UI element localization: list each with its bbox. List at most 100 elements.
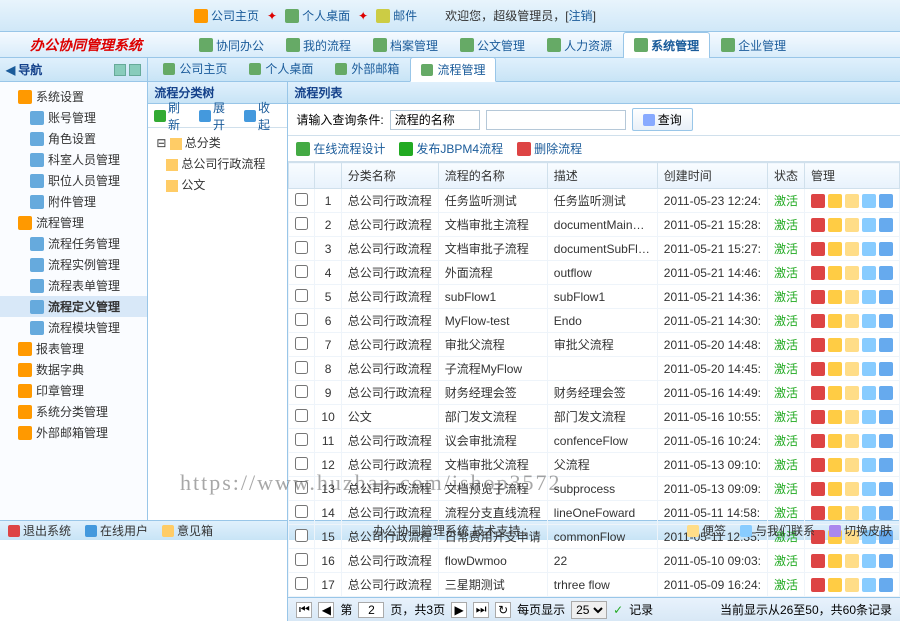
row-cfg[interactable] bbox=[879, 554, 893, 568]
row-edit[interactable] bbox=[828, 338, 842, 352]
row-check[interactable] bbox=[295, 481, 308, 494]
row-view[interactable] bbox=[862, 434, 876, 448]
per-page-select[interactable]: 25 bbox=[571, 601, 607, 619]
table-row[interactable]: 13总公司行政流程文档预览子流程subprocess2011-05-13 09:… bbox=[289, 477, 900, 501]
row-copy[interactable] bbox=[845, 218, 859, 232]
row-edit[interactable] bbox=[828, 314, 842, 328]
row-copy[interactable] bbox=[845, 266, 859, 280]
row-edit[interactable] bbox=[828, 410, 842, 424]
row-view[interactable] bbox=[862, 386, 876, 400]
row-check[interactable] bbox=[295, 505, 308, 518]
col-header[interactable] bbox=[289, 163, 315, 189]
row-del[interactable] bbox=[811, 266, 825, 280]
table-row[interactable]: 14总公司行政流程流程分支直线流程lineOneFoward2011-05-11… bbox=[289, 501, 900, 525]
table-row[interactable]: 4总公司行政流程外面流程outflow2011-05-21 14:46:激活 bbox=[289, 261, 900, 285]
row-copy[interactable] bbox=[845, 410, 859, 424]
row-view[interactable] bbox=[862, 266, 876, 280]
menu-tab[interactable]: 公文管理 bbox=[449, 32, 536, 58]
row-copy[interactable] bbox=[845, 578, 859, 592]
first-page[interactable]: ⏮ bbox=[296, 602, 312, 618]
link-mail[interactable]: 邮件 bbox=[370, 5, 423, 26]
col-header[interactable]: 描述 bbox=[547, 163, 657, 189]
row-copy[interactable] bbox=[845, 194, 859, 208]
row-check[interactable] bbox=[295, 193, 308, 206]
row-view[interactable] bbox=[862, 458, 876, 472]
row-edit[interactable] bbox=[828, 506, 842, 520]
table-row[interactable]: 17总公司行政流程三星期测试trhree flow2011-05-09 16:2… bbox=[289, 573, 900, 597]
search-field-name[interactable] bbox=[390, 110, 480, 130]
link-home[interactable]: 公司主页 bbox=[188, 5, 265, 26]
exit-btn[interactable]: 退出系统 bbox=[8, 522, 71, 539]
row-del[interactable] bbox=[811, 242, 825, 256]
row-view[interactable] bbox=[862, 338, 876, 352]
table-row[interactable]: 10公文部门发文流程部门发文流程2011-05-16 10:55:激活 bbox=[289, 405, 900, 429]
menu-tab[interactable]: 系统管理 bbox=[623, 32, 710, 58]
row-edit[interactable] bbox=[828, 482, 842, 496]
row-del[interactable] bbox=[811, 458, 825, 472]
table-row[interactable]: 9总公司行政流程财务经理会签财务经理会签2011-05-16 14:49:激活 bbox=[289, 381, 900, 405]
nav-item[interactable]: 流程模块管理 bbox=[0, 317, 147, 338]
row-del[interactable] bbox=[811, 218, 825, 232]
design-btn[interactable]: 在线流程设计 bbox=[296, 140, 385, 157]
link-desktop[interactable]: 个人桌面 bbox=[279, 5, 356, 26]
table-row[interactable]: 1总公司行政流程任务监听测试任务监听测试2011-05-23 12:24:激活 bbox=[289, 189, 900, 213]
row-check[interactable] bbox=[295, 433, 308, 446]
row-view[interactable] bbox=[862, 242, 876, 256]
row-copy[interactable] bbox=[845, 314, 859, 328]
prev-page[interactable]: ◀ bbox=[318, 602, 334, 618]
row-del[interactable] bbox=[811, 290, 825, 304]
row-view[interactable] bbox=[862, 290, 876, 304]
nav-item[interactable]: 印章管理 bbox=[0, 380, 147, 401]
nav-item[interactable]: 附件管理 bbox=[0, 191, 147, 212]
skin-btn[interactable]: 切换皮肤 bbox=[829, 522, 892, 539]
nav-item[interactable]: 流程任务管理 bbox=[0, 233, 147, 254]
row-del[interactable] bbox=[811, 314, 825, 328]
note-btn[interactable]: 便签 bbox=[687, 522, 726, 539]
row-cfg[interactable] bbox=[879, 506, 893, 520]
col-header[interactable]: 管理 bbox=[805, 163, 900, 189]
row-check[interactable] bbox=[295, 385, 308, 398]
menu-tab[interactable]: 人力资源 bbox=[536, 32, 623, 58]
row-view[interactable] bbox=[862, 410, 876, 424]
content-tab[interactable]: 个人桌面 bbox=[238, 56, 324, 81]
row-edit[interactable] bbox=[828, 290, 842, 304]
row-view[interactable] bbox=[862, 314, 876, 328]
row-del[interactable] bbox=[811, 506, 825, 520]
row-edit[interactable] bbox=[828, 578, 842, 592]
row-copy[interactable] bbox=[845, 506, 859, 520]
table-row[interactable]: 5总公司行政流程subFlow1subFlow12011-05-21 14:36… bbox=[289, 285, 900, 309]
nav-item[interactable]: 职位人员管理 bbox=[0, 170, 147, 191]
row-cfg[interactable] bbox=[879, 266, 893, 280]
row-edit[interactable] bbox=[828, 194, 842, 208]
tree-node[interactable]: 公文 bbox=[152, 174, 283, 195]
nav-item[interactable]: 角色设置 bbox=[0, 128, 147, 149]
row-cfg[interactable] bbox=[879, 386, 893, 400]
row-view[interactable] bbox=[862, 194, 876, 208]
nav-item[interactable]: 科室人员管理 bbox=[0, 149, 147, 170]
row-check[interactable] bbox=[295, 361, 308, 374]
tree-node[interactable]: ⊟ 总分类 bbox=[152, 132, 283, 153]
row-check[interactable] bbox=[295, 265, 308, 278]
row-copy[interactable] bbox=[845, 290, 859, 304]
row-copy[interactable] bbox=[845, 242, 859, 256]
row-cfg[interactable] bbox=[879, 434, 893, 448]
row-cfg[interactable] bbox=[879, 338, 893, 352]
table-row[interactable]: 11总公司行政流程议会审批流程confenceFlow2011-05-16 10… bbox=[289, 429, 900, 453]
content-tab[interactable]: 公司主页 bbox=[152, 56, 238, 81]
col-header[interactable] bbox=[315, 163, 341, 189]
publish-btn[interactable]: 发布JBPM4流程 bbox=[399, 140, 503, 157]
row-del[interactable] bbox=[811, 578, 825, 592]
row-cfg[interactable] bbox=[879, 314, 893, 328]
row-del[interactable] bbox=[811, 362, 825, 376]
col-header[interactable]: 分类名称 bbox=[341, 163, 438, 189]
menu-tab[interactable]: 档案管理 bbox=[362, 32, 449, 58]
row-copy[interactable] bbox=[845, 434, 859, 448]
content-tab[interactable]: 流程管理 bbox=[410, 57, 496, 82]
search-btn[interactable]: 查询 bbox=[632, 108, 693, 131]
row-cfg[interactable] bbox=[879, 242, 893, 256]
nav-item[interactable]: 流程管理 bbox=[0, 212, 147, 233]
row-copy[interactable] bbox=[845, 458, 859, 472]
col-header[interactable]: 状态 bbox=[767, 163, 804, 189]
row-del[interactable] bbox=[811, 194, 825, 208]
row-cfg[interactable] bbox=[879, 482, 893, 496]
